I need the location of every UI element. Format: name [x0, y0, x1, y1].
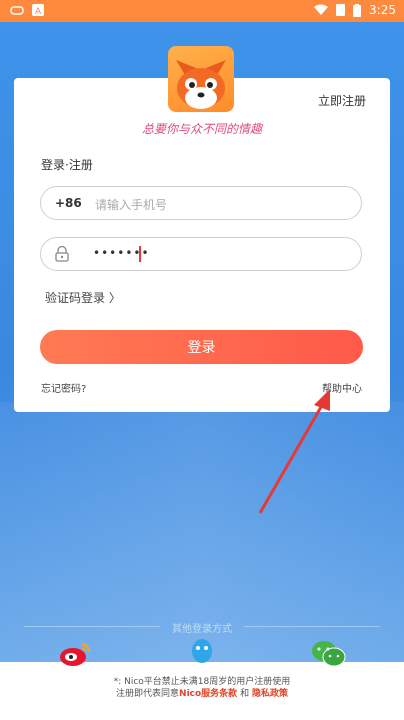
message-icon [10, 6, 24, 15]
sms-code-login-link[interactable]: 验证码登录 〉 [45, 289, 121, 306]
phone-input[interactable] [93, 195, 337, 215]
agreement-prefix: 注册即代表同意 [116, 689, 180, 699]
wifi-icon [314, 4, 329, 15]
login-card: 立即注册 总要你与众不同的情趣 登录·注册 +86 ••••••• 验证码登录 … [14, 78, 390, 412]
weibo-icon[interactable] [58, 640, 92, 668]
text-cursor [139, 246, 141, 262]
login-register-tab[interactable]: 登录·注册 [41, 156, 93, 173]
other-login-label: 其他登录方式 [172, 624, 232, 635]
status-bar: A 3:25 [0, 0, 404, 22]
password-input[interactable]: ••••••• [93, 246, 150, 260]
legal-notice: *: Nico平台禁止未满18周岁的用户注册使用 注册即代表同意Nico服务条款… [0, 676, 404, 700]
qq-icon[interactable] [187, 636, 217, 666]
agreement-and: 和 [240, 689, 250, 699]
wechat-icon[interactable] [310, 640, 346, 668]
sim-icon [336, 4, 346, 16]
login-button[interactable]: 登录 [40, 330, 363, 364]
phone-field[interactable]: +86 [40, 186, 362, 220]
divider-line-right [244, 626, 380, 627]
password-field[interactable]: ••••••• [40, 237, 362, 271]
battery-icon [353, 3, 362, 17]
other-login-divider: 其他登录方式 [0, 616, 404, 636]
terms-of-service-link[interactable]: Nico服务条款 [179, 689, 237, 699]
agreement-line: 注册即代表同意Nico服务条款 和 隐私政策 [0, 688, 404, 700]
svg-text:A: A [35, 7, 42, 16]
age-restriction-text: *: Nico平台禁止未满18周岁的用户注册使用 [113, 677, 291, 687]
register-link[interactable]: 立即注册 [318, 92, 366, 109]
forgot-password-link[interactable]: 忘记密码? [41, 380, 86, 395]
privacy-policy-link[interactable]: 隐私政策 [252, 689, 288, 699]
fox-logo-icon [176, 60, 226, 109]
status-time: 3:25 [369, 3, 396, 17]
lock-icon [55, 246, 69, 262]
country-code[interactable]: +86 [55, 196, 82, 210]
annotation-arrow [258, 389, 330, 514]
slogan: 总要你与众不同的情趣 [141, 122, 262, 136]
app-logo [168, 46, 234, 112]
app-notification-icon: A [32, 4, 44, 16]
